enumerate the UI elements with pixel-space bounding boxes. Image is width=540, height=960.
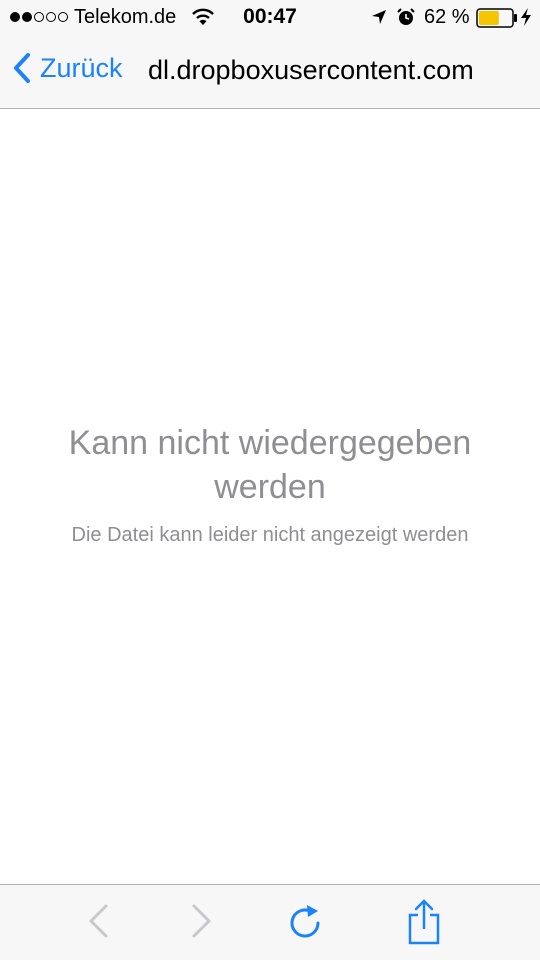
document-viewer: Kann nicht wiedergegeben werden Die Date… xyxy=(0,109,540,884)
reload-icon[interactable] xyxy=(288,903,326,948)
location-arrow-icon xyxy=(370,8,388,32)
error-message: Die Datei kann leider nicht angezeigt we… xyxy=(71,524,469,546)
back-button[interactable]: Zurück xyxy=(12,52,123,84)
share-icon[interactable] xyxy=(406,899,442,950)
chevron-right-icon[interactable] xyxy=(190,903,214,944)
bottom-toolbar xyxy=(0,884,540,960)
charging-bolt-icon xyxy=(520,8,532,32)
status-bar: Telekom.de 00:47 62 % xyxy=(0,0,540,36)
back-button-label: Zurück xyxy=(40,52,123,83)
error-title: Kann nicht wiedergegeben werden xyxy=(68,424,472,506)
battery-percent: 62 % xyxy=(424,6,470,28)
battery-fill xyxy=(479,11,499,25)
chevron-left-icon xyxy=(14,53,30,83)
battery-icon xyxy=(476,8,518,34)
header: Telekom.de 00:47 62 % Zurück dl.dropboxu… xyxy=(0,0,540,109)
alarm-clock-icon xyxy=(396,7,416,33)
chevron-left-icon[interactable] xyxy=(86,903,110,944)
nav-bar: Zurück dl.dropboxusercontent.com xyxy=(0,36,540,108)
page-title: dl.dropboxusercontent.com xyxy=(148,55,474,85)
